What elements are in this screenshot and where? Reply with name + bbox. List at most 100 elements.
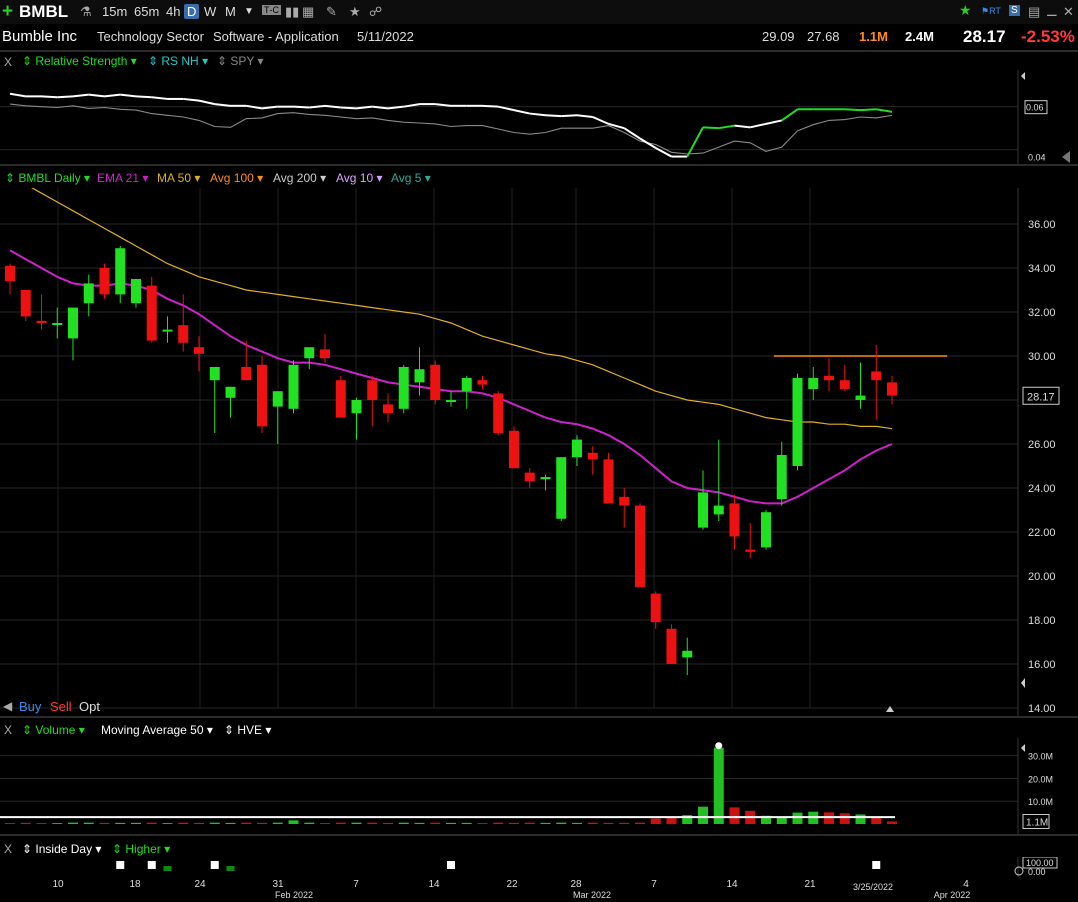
timeframe-m[interactable]: M bbox=[225, 4, 236, 19]
scroll-up-arrow-icon bbox=[886, 706, 894, 712]
buy-button[interactable]: Buy bbox=[19, 699, 41, 714]
bar-chart-icon[interactable]: ▮▮ bbox=[285, 4, 299, 20]
candle-body bbox=[209, 367, 220, 381]
inside-day-marker bbox=[210, 861, 219, 869]
candle-body bbox=[288, 364, 299, 409]
price-tick-label: 24.00 bbox=[1028, 483, 1056, 495]
candle-body bbox=[556, 457, 567, 519]
favorite-star-icon[interactable]: ★ bbox=[959, 2, 972, 19]
candle-body bbox=[115, 248, 126, 295]
candle-body bbox=[650, 593, 661, 623]
share-icon[interactable]: ☍ bbox=[369, 4, 382, 20]
timeframe-65m[interactable]: 65m bbox=[134, 4, 159, 19]
close-window-icon[interactable]: ✕ bbox=[1063, 4, 1074, 20]
volume-bar bbox=[320, 823, 330, 824]
date-axis-label: 7 bbox=[651, 879, 657, 890]
industry-link[interactable]: Software - Application bbox=[213, 29, 339, 44]
rs-item-label: SPY bbox=[230, 54, 255, 68]
last-price-label: 28.17 bbox=[1027, 391, 1055, 403]
rs-line-segment bbox=[750, 122, 767, 129]
rs-line-segment bbox=[9, 92, 26, 98]
volume-item-label: Volume bbox=[35, 723, 76, 737]
timeframe-w[interactable]: W bbox=[204, 4, 216, 19]
timeframe-d[interactable]: D bbox=[184, 4, 200, 19]
volume-bar bbox=[855, 814, 866, 824]
rt-flag-icon[interactable]: ⚑RT bbox=[981, 6, 1001, 17]
rs-legend-rs-nh[interactable]: ⇕ RS NH ▾ bbox=[148, 54, 208, 68]
inside-item-label: Higher bbox=[125, 842, 161, 856]
candle-body bbox=[335, 380, 346, 418]
price-legend-ema21[interactable]: EMA 21 ▾ bbox=[97, 171, 148, 185]
rs-line-segment bbox=[686, 126, 704, 158]
inside-legend-inside-day[interactable]: ⇕ Inside Day ▾ bbox=[22, 842, 101, 856]
price-legend-bmbl-daily[interactable]: ⇕ BMBL Daily ▾ bbox=[5, 171, 90, 185]
price-tick-label: 32.00 bbox=[1028, 307, 1056, 319]
volume-close-icon[interactable]: X bbox=[4, 723, 12, 737]
rs-line-segment bbox=[135, 95, 152, 99]
inside-close-icon[interactable]: X bbox=[4, 842, 12, 856]
candle-body bbox=[587, 452, 598, 460]
minimize-icon[interactable]: ⚊ bbox=[1046, 4, 1058, 20]
price-legend-avg5[interactable]: Avg 5 ▾ bbox=[391, 171, 431, 185]
rs-legend-spy[interactable]: ⇕ SPY ▾ bbox=[217, 54, 264, 68]
symbol-input[interactable]: BMBL bbox=[19, 2, 68, 22]
timeframe-15m[interactable]: 15m bbox=[102, 4, 127, 19]
volume-legend-hve[interactable]: ⇕ HVE ▾ bbox=[224, 723, 271, 737]
price-legend-avg10[interactable]: Avg 10 ▾ bbox=[336, 171, 383, 185]
date-axis-label: 24 bbox=[194, 879, 206, 890]
candle-body bbox=[146, 285, 157, 341]
pencil-icon[interactable]: ✎ bbox=[326, 4, 337, 20]
price-legend-avg100[interactable]: Avg 100 ▾ bbox=[210, 171, 263, 185]
plus-icon[interactable]: + bbox=[2, 1, 13, 23]
rs-line-segment bbox=[104, 93, 121, 98]
rs-line-segment bbox=[545, 114, 562, 118]
bookmark-icon[interactable]: ★ bbox=[349, 4, 361, 20]
candle-body bbox=[320, 349, 330, 359]
rs-legend-relative-strength[interactable]: ⇕ Relative Strength ▾ bbox=[22, 54, 137, 68]
save-icon[interactable]: ▤ bbox=[1028, 4, 1040, 20]
options-button[interactable]: Opt bbox=[79, 699, 100, 714]
volume-bar bbox=[414, 822, 425, 824]
rs-line-segment bbox=[41, 95, 58, 99]
price-legend-avg200[interactable]: Avg 200 ▾ bbox=[273, 171, 326, 185]
dropdown-caret-icon[interactable]: ▼ bbox=[244, 6, 254, 17]
candle-body bbox=[99, 268, 110, 295]
candle-body bbox=[398, 367, 409, 409]
volume-bar bbox=[446, 822, 456, 824]
price-legend-ma50[interactable]: MA 50 ▾ bbox=[157, 171, 200, 185]
rs-close-icon[interactable]: X bbox=[4, 55, 12, 69]
sell-button[interactable]: Sell bbox=[50, 699, 72, 714]
calculator-icon[interactable]: ▦ bbox=[302, 4, 314, 20]
rs-line-segment bbox=[561, 114, 578, 118]
candle-body bbox=[241, 367, 252, 381]
price-tick-label: 20.00 bbox=[1028, 571, 1056, 583]
price-item-label: Avg 10 bbox=[336, 171, 374, 185]
volume-tick-label: 30.0M bbox=[1028, 752, 1053, 762]
higher-marker bbox=[226, 866, 235, 871]
rs-line-segment bbox=[702, 126, 719, 130]
separator bbox=[0, 716, 1078, 718]
volume-legend-ma50[interactable]: Moving Average 50 ▾ bbox=[101, 723, 213, 737]
text-tool-icon[interactable]: T‑C bbox=[262, 5, 281, 15]
chart-settings-icon[interactable]: ⚗ bbox=[80, 4, 92, 20]
price-tick-label: 34.00 bbox=[1028, 263, 1056, 275]
inside-legend-higher[interactable]: ⇕ Higher ▾ bbox=[112, 842, 170, 856]
s-badge-icon[interactable]: S bbox=[1009, 5, 1020, 16]
drag-handle-icon[interactable]: ◀ bbox=[3, 699, 12, 713]
volume-bar bbox=[52, 823, 63, 824]
rs-line-segment bbox=[781, 108, 799, 122]
quote-date: 5/11/2022 bbox=[357, 29, 414, 44]
volume-bar bbox=[635, 822, 645, 824]
volume-legend-volume[interactable]: ⇕ Volume ▾ bbox=[22, 723, 85, 737]
inside-item-label: Inside Day bbox=[35, 842, 93, 856]
timeframe-4h[interactable]: 4h bbox=[166, 4, 180, 19]
date-axis-label: Feb 2022 bbox=[275, 890, 313, 900]
candle-body bbox=[383, 404, 393, 414]
rs-item-label: Relative Strength bbox=[35, 54, 128, 68]
volume-bar bbox=[351, 822, 362, 824]
volume-bar bbox=[556, 822, 567, 824]
volume-bar bbox=[20, 822, 31, 824]
sector-link[interactable]: Technology Sector bbox=[97, 29, 204, 44]
volume-bar bbox=[241, 822, 252, 824]
candle-body bbox=[887, 382, 897, 396]
